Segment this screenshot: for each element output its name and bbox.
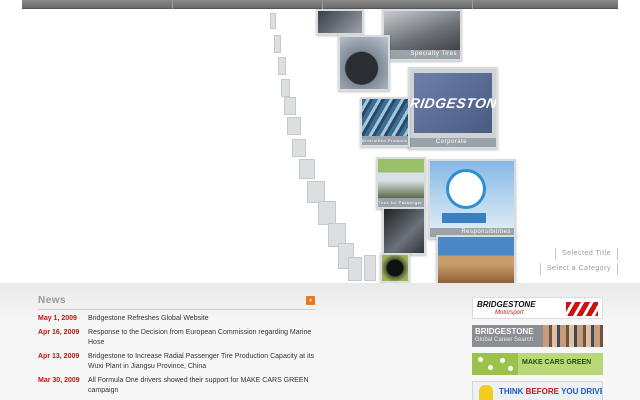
news-link[interactable]: Response to the Decision from European C… <box>88 328 320 348</box>
tile-caption: Diversified Products <box>362 136 408 145</box>
think-before-you-drive-banner[interactable]: THINK BEFORE YOU DRIVE <box>472 381 603 400</box>
banner-title: MAKE CARS GREEN <box>522 359 592 366</box>
bridgestone-logo: BRIDGESTONE <box>410 73 496 133</box>
tile-caption: Corporate <box>410 138 496 147</box>
banner-title: THINK BEFORE YOU DRIVE <box>499 387 603 396</box>
tile-industrial[interactable] <box>382 207 426 255</box>
tile-caption: Tires for Passenger Cars <box>378 198 424 207</box>
hero-showcase: Specialty Tires BRIDGESTONE Corporate Di… <box>0 9 640 283</box>
tile-specialty-tires[interactable]: Specialty Tires <box>382 9 462 61</box>
thumb-tile[interactable] <box>292 139 306 157</box>
thumb-tile[interactable] <box>364 255 376 281</box>
news-divider <box>38 309 316 310</box>
people-photo <box>543 325 603 347</box>
page: Specialty Tires BRIDGESTONE Corporate Di… <box>0 0 640 400</box>
news-item[interactable]: May 1, 2009 Bridgestone Refreshes Global… <box>38 314 328 326</box>
motorsport-stripe-icon <box>566 302 598 316</box>
news-item[interactable]: Apr 16, 2009 Response to the Decision fr… <box>38 328 328 350</box>
tile-cars[interactable] <box>316 9 364 35</box>
banner-title: BRIDGESTONE <box>477 300 536 309</box>
news-heading: News <box>38 295 67 306</box>
rss-icon[interactable]: ◗ <box>306 296 315 305</box>
tile-diversified-products[interactable]: Diversified Products <box>360 97 410 147</box>
green-dots-icon <box>472 353 518 375</box>
thumb-tile[interactable] <box>318 201 336 225</box>
career-search-banner[interactable]: BRIDGESTONE Global Career Search <box>472 325 603 347</box>
banner-title: BRIDGESTONE <box>475 327 534 336</box>
tile-tires-passenger[interactable]: Tires for Passenger Cars <box>376 157 426 209</box>
news-date: Mar 30, 2009 <box>38 377 80 384</box>
banner-subtitle: Motorsport <box>495 310 524 316</box>
thumb-tile[interactable] <box>284 97 296 115</box>
news-date: Apr 13, 2009 <box>38 353 80 360</box>
news-date: May 1, 2009 <box>38 315 77 322</box>
news-date: Apr 16, 2009 <box>38 329 80 336</box>
thumb-tile[interactable] <box>278 57 286 75</box>
news-link[interactable]: Bridgestone Refreshes Global Website <box>88 314 320 324</box>
tile-caption: Specialty Tires <box>384 50 460 59</box>
thumb-tile[interactable] <box>270 13 276 29</box>
news-link[interactable]: Bridgestone to Increase Radial Passenger… <box>88 352 320 372</box>
mascot-icon <box>479 385 493 400</box>
thumb-tile[interactable] <box>307 181 325 203</box>
banner-subtitle: Global Career Search <box>475 337 534 343</box>
thumb-tile[interactable] <box>299 159 315 179</box>
news-item[interactable]: Mar 30, 2009 All Formula One drivers sho… <box>38 376 328 398</box>
eco-car-icon <box>446 169 486 209</box>
thumb-tile[interactable] <box>348 257 362 281</box>
news-link[interactable]: All Formula One drivers showed their sup… <box>88 376 320 396</box>
road-sign-icon <box>442 213 486 223</box>
top-navigation-bar[interactable] <box>22 0 618 9</box>
thumb-tile[interactable] <box>274 35 281 53</box>
tile-responsibilities[interactable]: Responsibilities <box>428 159 516 239</box>
make-cars-green-banner[interactable]: MAKE CARS GREEN <box>472 353 603 375</box>
tile-desert[interactable] <box>436 235 516 283</box>
thumb-tile[interactable] <box>287 117 301 135</box>
selected-title-button[interactable]: Selected Title <box>554 248 618 260</box>
motorsport-banner[interactable]: BRIDGESTONE Motorsport <box>472 297 603 319</box>
thumb-tile[interactable] <box>281 79 290 97</box>
tile-corporate[interactable]: BRIDGESTONE Corporate <box>408 67 498 149</box>
tile-truck-tire[interactable] <box>380 253 410 283</box>
select-category-dropdown[interactable]: Select a Category <box>539 263 618 275</box>
tile-passenger-car[interactable] <box>338 35 390 91</box>
lower-section: News ◗ May 1, 2009 Bridgestone Refreshes… <box>0 283 640 400</box>
news-item[interactable]: Apr 13, 2009 Bridgestone to Increase Rad… <box>38 352 328 374</box>
